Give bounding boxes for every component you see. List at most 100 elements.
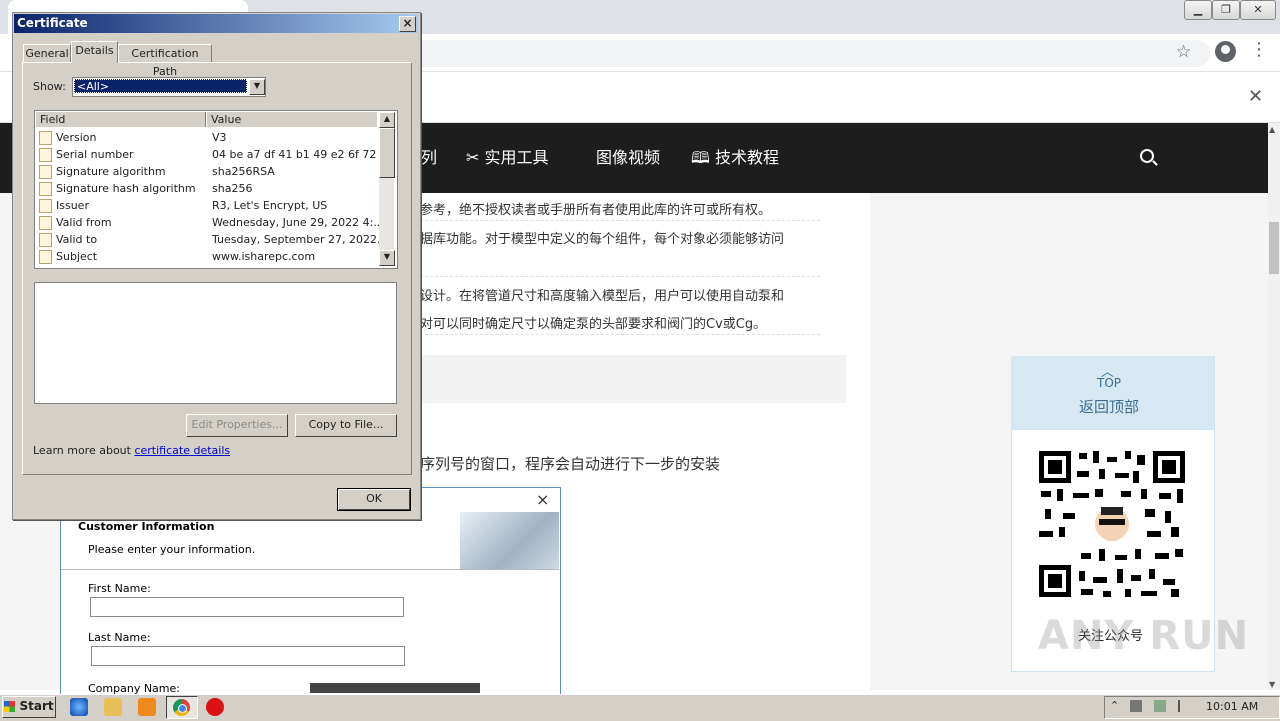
article-line: 序列号的窗口，程序会自动进行下一步的安装 [420, 455, 721, 473]
media-player-icon[interactable] [138, 698, 156, 716]
column-header-field[interactable]: Field [36, 112, 206, 127]
page-scrollbar[interactable] [1268, 123, 1280, 690]
certificate-field-icon [39, 182, 52, 196]
table-row[interactable]: Serial number 04 be a7 df 41 b1 49 e2 6f … [36, 146, 390, 163]
article-line: 据库功能。对于模型中定义的每个组件，每个对象必须能够访问 [420, 232, 785, 247]
stop-icon[interactable] [206, 698, 224, 716]
clock[interactable]: 10:01 AM [1206, 700, 1258, 713]
scroll-down-arrow[interactable]: ▼ [379, 250, 395, 266]
qr-code-icon [1037, 449, 1187, 599]
show-label: Show: [33, 80, 66, 93]
field-value: www.isharepc.com [212, 250, 316, 263]
field-value: sha256RSA [212, 165, 275, 178]
minimize-button[interactable]: ▁ [1184, 0, 1212, 20]
certificate-field-icon [39, 199, 52, 213]
article-line: 设计。在将管道尺寸和高度输入模型后，用户可以使用自动泵和 [420, 289, 785, 304]
speaker-icon[interactable] [1130, 700, 1142, 712]
nav-item-tools[interactable]: ✂ 实用工具 [466, 123, 549, 193]
field-name: Version [56, 131, 97, 144]
network-icon[interactable] [1154, 700, 1166, 712]
field-name: Subject [56, 250, 98, 263]
field-name: Serial number [56, 148, 134, 161]
divider [420, 276, 820, 277]
listview-scroll-thumb[interactable] [379, 128, 395, 178]
fields-list: Version V3 Serial number 04 be a7 df 41 b1 … [36, 129, 390, 265]
tab-details[interactable]: Details [71, 41, 118, 63]
customer-dialog-close-button[interactable]: × [536, 490, 549, 509]
field-name: Valid to [56, 233, 98, 246]
nav-item-tutorials[interactable]: 🕮 技术教程 [691, 123, 779, 193]
window-close-button[interactable]: ✕ [1240, 0, 1276, 20]
last-name-field[interactable] [91, 646, 405, 666]
windows-logo-icon [4, 701, 16, 712]
customer-info-heading: Customer Information [78, 520, 215, 533]
show-select-value: <All> [74, 79, 247, 93]
customer-info-subtitle: Please enter your information. [88, 543, 256, 556]
restore-button[interactable]: ❐ [1212, 0, 1240, 20]
chrome-taskbar-button[interactable] [166, 696, 198, 719]
flag-icon[interactable] [1178, 700, 1192, 712]
value-detail-box[interactable] [34, 282, 397, 404]
table-row[interactable]: Signature algorithm sha256RSA [36, 163, 379, 180]
certificate-field-icon [39, 250, 52, 264]
certificate-field-icon [39, 216, 52, 230]
scroll-up-arrow[interactable]: ▲ [1269, 125, 1275, 134]
table-row[interactable]: Signature hash algorithm sha256 [36, 180, 379, 197]
tab-general[interactable]: General [23, 44, 71, 63]
browser-menu-icon[interactable]: ⋮ [1250, 40, 1268, 60]
field-value: V3 [212, 131, 227, 144]
table-row[interactable]: Valid from Wednesday, June 29, 2022 4:... [36, 214, 384, 231]
tools-icon: ✂ [466, 148, 480, 167]
table-row[interactable]: Issuer R3, Let's Encrypt, US [36, 197, 379, 214]
infobar-close-icon[interactable]: ✕ [1248, 86, 1263, 107]
ok-button[interactable]: OK [337, 488, 411, 511]
profile-avatar-icon[interactable] [1215, 41, 1236, 62]
certificate-close-button[interactable]: × [399, 16, 416, 32]
watermark: ANY RUN [1038, 613, 1250, 659]
certificate-title: Certificate [17, 16, 88, 30]
field-name: Valid from [56, 216, 112, 229]
divider [420, 220, 820, 221]
installer-banner-image [460, 512, 559, 569]
copy-to-file-button[interactable]: Copy to File... [295, 414, 397, 437]
first-name-label: First Name: [88, 582, 151, 595]
tray-arrow-icon[interactable]: ⌃ [1110, 699, 1119, 712]
field-name: Signature algorithm [56, 165, 166, 178]
divider [420, 334, 820, 335]
start-button[interactable]: Start [2, 696, 56, 718]
installer-logo-fragment [310, 683, 480, 693]
table-row[interactable]: Valid to Tuesday, September 27, 2022... [36, 231, 388, 248]
chrome-icon [173, 699, 190, 716]
bookmark-star-icon[interactable]: ☆ [1176, 42, 1191, 62]
ie-icon[interactable] [70, 698, 88, 716]
article-line: 对可以同时确定尺寸以确定泵的头部要求和阀门的Cv或Cg。 [420, 317, 767, 332]
table-row[interactable]: Version V3 [36, 129, 379, 146]
tab-certification-path[interactable]: Certification Path [118, 44, 212, 78]
first-name-field[interactable] [90, 597, 404, 617]
article-line: 参考，绝不授权读者或手册所有者使用此库的许可或所有权。 [420, 203, 772, 218]
chevron-down-icon[interactable]: ▼ [249, 79, 265, 95]
field-value: sha256 [212, 182, 253, 195]
table-row[interactable]: Subject www.isharepc.com [36, 248, 379, 265]
field-value: Tuesday, September 27, 2022... [212, 233, 388, 246]
scroll-up-arrow[interactable]: ▲ [379, 112, 395, 128]
certificate-titlebar: Certificate [14, 14, 418, 33]
book-icon: 🕮 [691, 148, 710, 167]
certificate-field-icon [39, 233, 52, 247]
scroll-down-arrow[interactable]: ▼ [1269, 680, 1275, 689]
nav-item-series[interactable]: 列 [421, 123, 437, 193]
field-name: Issuer [56, 199, 89, 212]
edit-properties-button[interactable]: Edit Properties... [186, 414, 288, 437]
dialog-divider [61, 569, 559, 570]
scrollbar-thumb[interactable] [1269, 222, 1279, 274]
certificate-details-link[interactable]: certificate details [134, 444, 230, 457]
show-select[interactable]: <All> ▼ [72, 77, 266, 97]
field-value: R3, Let's Encrypt, US [212, 199, 328, 212]
certificate-field-icon [39, 131, 52, 145]
column-header-value[interactable]: Value [207, 112, 377, 127]
folder-icon[interactable] [104, 698, 122, 716]
field-value: Wednesday, June 29, 2022 4:... [212, 216, 384, 229]
certificate-field-icon [39, 165, 52, 179]
top-label: TOP [1097, 376, 1122, 390]
nav-item-media[interactable]: 图像视频 [596, 123, 660, 193]
